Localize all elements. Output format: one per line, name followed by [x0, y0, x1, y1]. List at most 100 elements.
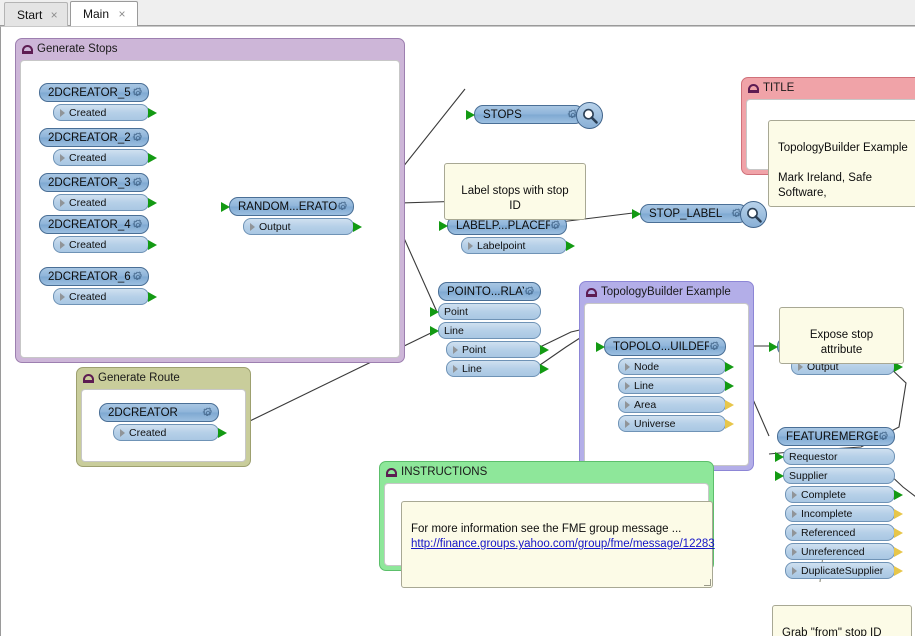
port-label: Referenced [801, 526, 856, 539]
annotation-label-stops[interactable]: Label stops with stop ID [444, 163, 586, 220]
node-stops[interactable]: STOPS [466, 102, 603, 129]
port-created[interactable]: Created [53, 236, 157, 253]
magnifier-icon[interactable] [740, 201, 767, 228]
input-arrow-icon [221, 201, 230, 212]
node-title: RANDOM...ERATOR [238, 200, 337, 213]
magnifier-icon[interactable] [576, 102, 603, 129]
port-label: Supplier [789, 469, 828, 482]
output-arrow-icon [894, 508, 903, 519]
node-header[interactable]: TOPOLO...UILDER [596, 337, 726, 356]
port-created[interactable]: Created [53, 149, 157, 166]
node-header[interactable]: 2DCREATOR_6 [39, 267, 149, 286]
node-header[interactable]: RANDOM...ERATOR [221, 197, 354, 216]
port-arrow-icon [468, 241, 473, 250]
port-node[interactable]: Node [618, 358, 734, 375]
workspace-canvas[interactable]: Generate Stops Generate Route TITLE Topo… [0, 26, 915, 636]
annotation-title-line1: TopologyBuilder Example [778, 142, 908, 154]
close-icon[interactable]: × [49, 9, 59, 21]
port-line-in[interactable]: Line [430, 322, 541, 339]
node-header[interactable]: 2DCREATOR_4 [39, 215, 149, 234]
gear-icon[interactable] [132, 270, 144, 283]
port-created[interactable]: Created [113, 424, 227, 441]
port-arrow-icon [250, 222, 255, 231]
node-header[interactable]: 2DCREATOR_2 [39, 128, 149, 147]
port-point-out[interactable]: Point [446, 341, 549, 358]
output-arrow-icon [148, 197, 157, 208]
resize-handle-icon[interactable] [704, 579, 711, 586]
port-area[interactable]: Area [618, 396, 734, 413]
input-arrow-icon [439, 220, 448, 231]
node-header[interactable]: STOPS [466, 102, 603, 129]
gear-icon[interactable] [550, 219, 562, 232]
node-2dcreator-2[interactable]: 2DCREATOR_2 Created [39, 128, 157, 166]
port-arrow-icon [453, 364, 458, 373]
node-header[interactable]: 2DCREATOR_5 [39, 83, 149, 102]
port-created[interactable]: Created [53, 288, 157, 305]
gear-icon[interactable] [132, 176, 144, 189]
node-random-generator[interactable]: RANDOM...ERATOR Output [221, 197, 362, 235]
node-header[interactable]: POINTO...RLAYER [438, 282, 541, 301]
gear-icon[interactable] [132, 86, 144, 99]
port-label: Created [69, 106, 107, 119]
port-line[interactable]: Line [618, 377, 734, 394]
gear-icon[interactable] [202, 406, 214, 419]
instructions-link[interactable]: http://finance.groups.yahoo.com/group/fm… [411, 537, 715, 552]
node-labelpointplacer[interactable]: LABELP...PLACER Labelpoint [439, 216, 575, 254]
port-label: Complete [801, 488, 846, 501]
node-header[interactable]: STOP_LABEL [632, 201, 767, 228]
node-featuremerger[interactable]: FEATUREMERGER Requestor Supplier Complet… [775, 427, 903, 579]
port-created[interactable]: Created [53, 194, 157, 211]
tab-main[interactable]: Main × [70, 1, 138, 26]
port-arrow-icon [625, 400, 630, 409]
node-header[interactable]: 2DCREATOR_3 [39, 173, 149, 192]
port-unreferenced[interactable]: Unreferenced [785, 543, 903, 560]
bookmark-icon [386, 467, 397, 477]
node-pointonarealayer[interactable]: POINTO...RLAYER Point Line Point Line [430, 282, 549, 377]
port-label: Created [129, 426, 167, 439]
node-stop-label[interactable]: STOP_LABEL [632, 201, 767, 228]
node-2dcreator-6[interactable]: 2DCREATOR_6 Created [39, 267, 157, 305]
port-output[interactable]: Output [243, 218, 362, 235]
port-label: Labelpoint [477, 239, 526, 252]
annotation-grab-from-stop[interactable]: Grab "from" stop ID and expose it in the… [772, 605, 912, 636]
port-label: Unreferenced [801, 545, 865, 558]
tab-start[interactable]: Start × [4, 2, 68, 26]
gear-icon[interactable] [709, 340, 721, 353]
gear-icon[interactable] [878, 430, 890, 443]
port-universe[interactable]: Universe [618, 415, 734, 432]
bookmark-icon [83, 373, 94, 383]
node-topologybuilder[interactable]: TOPOLO...UILDER Node Line Area Universe [596, 337, 734, 432]
port-incomplete[interactable]: Incomplete [785, 505, 903, 522]
node-title: POINTO...RLAYER [447, 285, 524, 298]
gear-icon[interactable] [524, 285, 536, 298]
port-point-in[interactable]: Point [430, 303, 541, 320]
port-duplicatesupplier[interactable]: DuplicateSupplier [785, 562, 903, 579]
port-complete[interactable]: Complete [785, 486, 903, 503]
output-arrow-icon [566, 240, 575, 251]
port-line-out[interactable]: Line [446, 360, 549, 377]
annotation-expose-stop[interactable]: Expose stop attribute [779, 307, 904, 364]
input-arrow-icon [466, 109, 475, 120]
port-arrow-icon [60, 153, 65, 162]
port-requestor[interactable]: Requestor [775, 448, 895, 465]
port-supplier[interactable]: Supplier [775, 467, 895, 484]
port-referenced[interactable]: Referenced [785, 524, 903, 541]
input-arrow-icon [632, 208, 641, 219]
port-created[interactable]: Created [53, 104, 157, 121]
gear-icon[interactable] [132, 131, 144, 144]
node-2dcreator[interactable]: 2DCREATOR Created [99, 403, 227, 441]
node-2dcreator-5[interactable]: 2DCREATOR_5 Created [39, 83, 157, 121]
port-label: Universe [634, 417, 676, 430]
bookmark-icon [586, 287, 597, 297]
node-header[interactable]: FEATUREMERGER [777, 427, 895, 446]
annotation-instructions[interactable]: For more information see the FME group m… [401, 501, 715, 588]
gear-icon[interactable] [337, 200, 349, 213]
node-2dcreator-3[interactable]: 2DCREATOR_3 Created [39, 173, 157, 211]
annotation-title-note[interactable]: TopologyBuilder Example Mark Ireland, Sa… [768, 120, 915, 207]
node-header[interactable]: 2DCREATOR [99, 403, 219, 422]
port-label: Created [69, 290, 107, 303]
close-icon[interactable]: × [116, 8, 128, 20]
gear-icon[interactable] [132, 218, 144, 231]
port-labelpoint[interactable]: Labelpoint [461, 237, 575, 254]
node-2dcreator-4[interactable]: 2DCREATOR_4 Created [39, 215, 157, 253]
